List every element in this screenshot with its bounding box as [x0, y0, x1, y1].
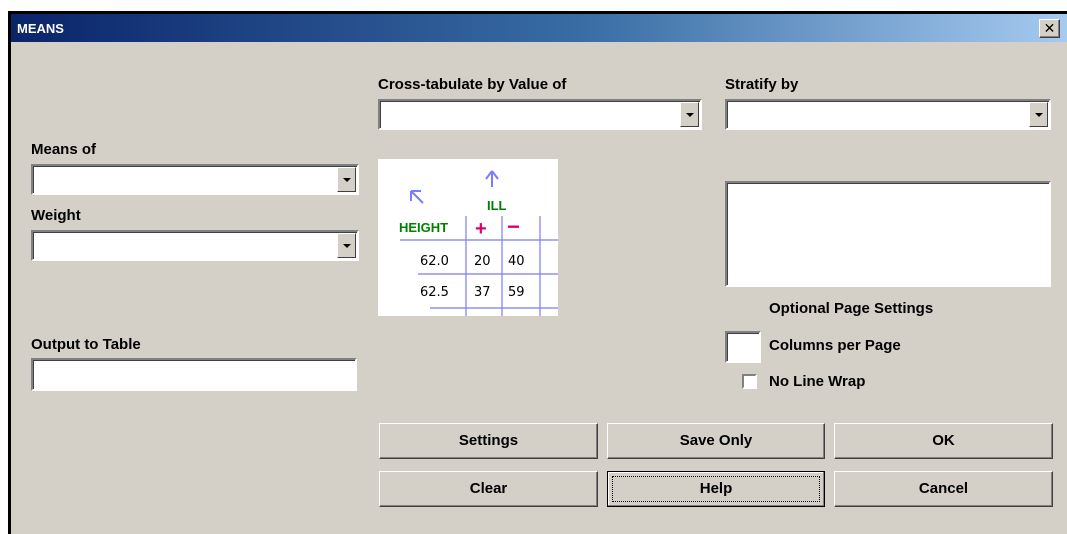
no-line-wrap-checkbox[interactable] [742, 374, 757, 389]
illus-plus: + [475, 218, 487, 240]
save-only-button[interactable]: Save Only [607, 423, 825, 459]
output-to-table-label: Output to Table [31, 336, 141, 353]
title-bar: MEANS ✕ [11, 14, 1067, 42]
illus-row-header: HEIGHT [399, 220, 448, 235]
optional-page-settings-label: Optional Page Settings [769, 300, 934, 317]
settings-button[interactable]: Settings [379, 423, 598, 459]
focus-ring [612, 476, 820, 502]
ok-button[interactable]: OK [834, 423, 1053, 459]
no-line-wrap-label: No Line Wrap [769, 373, 866, 390]
arrow-up-icon [485, 170, 499, 187]
illus-row-minus: 59 [508, 285, 525, 300]
cross-tabulate-combo[interactable] [378, 99, 702, 130]
columns-per-page-label: Columns per Page [769, 337, 901, 354]
cancel-button[interactable]: Cancel [834, 471, 1053, 507]
crosstab-illustration-svg: ILL HEIGHT + − 62.0 20 40 62.5 37 59 [399, 170, 558, 316]
close-icon[interactable]: ✕ [1039, 19, 1060, 38]
chevron-down-icon[interactable] [1029, 102, 1048, 127]
chevron-down-icon[interactable] [337, 233, 356, 258]
illus-row-label: 62.5 [420, 285, 449, 300]
weight-combo[interactable] [31, 230, 359, 261]
chevron-down-icon[interactable] [680, 102, 699, 127]
stratify-label: Stratify by [725, 76, 799, 93]
chevron-down-icon[interactable] [337, 167, 356, 192]
means-of-label: Means of [31, 141, 97, 158]
illus-row-minus: 40 [508, 254, 525, 269]
arrow-up-left-icon [410, 190, 424, 204]
illus-minus: − [507, 214, 520, 239]
illus-row-plus: 20 [474, 254, 491, 269]
means-of-combo[interactable] [31, 164, 359, 195]
weight-label: Weight [31, 207, 81, 224]
means-dialog: MEANS ✕ Cross-tabulate by Value of Strat… [8, 11, 1067, 534]
illus-row-label: 62.0 [420, 254, 449, 269]
clear-button[interactable]: Clear [379, 471, 598, 507]
crosstab-illustration: ILL HEIGHT + − 62.0 20 40 62.5 37 59 [378, 159, 558, 316]
columns-per-page-input[interactable] [725, 331, 761, 363]
stratify-combo[interactable] [725, 99, 1051, 130]
illus-col-header: ILL [487, 198, 507, 213]
window-title: MEANS [17, 21, 64, 36]
output-table-input[interactable] [31, 358, 357, 391]
help-button[interactable]: Help [607, 471, 825, 507]
optional-settings-listbox[interactable] [725, 181, 1051, 287]
cross-tabulate-label: Cross-tabulate by Value of [378, 76, 567, 93]
illus-row-plus: 37 [474, 285, 491, 300]
